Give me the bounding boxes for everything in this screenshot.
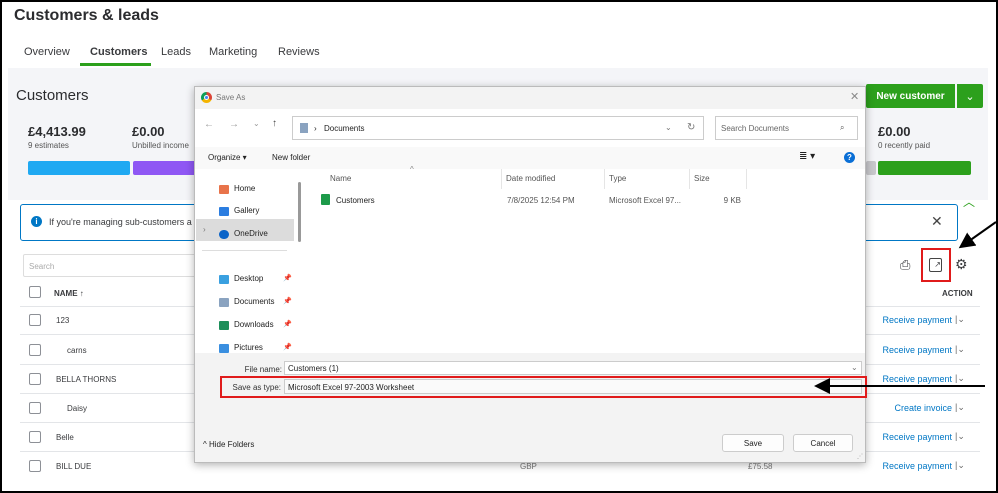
annotation-arrows bbox=[814, 221, 997, 394]
arrow-to-export bbox=[958, 221, 997, 249]
